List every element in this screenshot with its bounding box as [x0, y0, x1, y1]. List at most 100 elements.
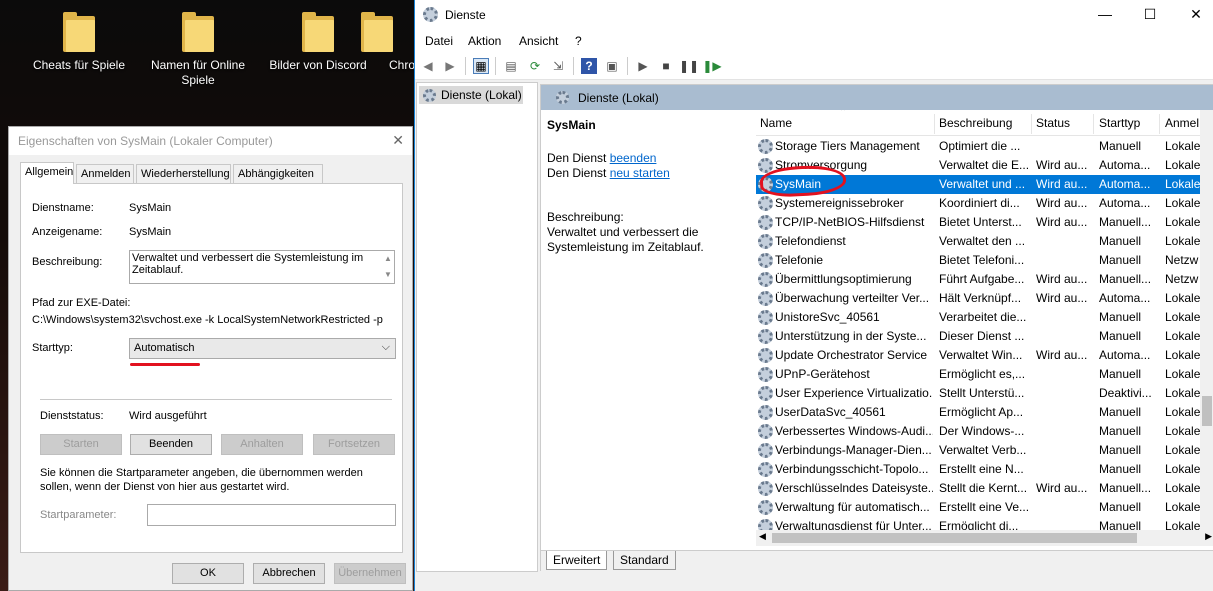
- help-icon[interactable]: ?: [581, 58, 597, 74]
- service-status-label: Dienststatus:: [40, 410, 104, 422]
- scroll-right-icon[interactable]: ▶: [1205, 531, 1212, 542]
- start-params-input[interactable]: [147, 504, 396, 526]
- description-scrollbar[interactable]: ▲ ▼: [382, 251, 394, 283]
- gear-icon: [758, 367, 773, 382]
- pause-button[interactable]: Anhalten: [221, 434, 303, 455]
- view-icon[interactable]: ▣: [604, 58, 620, 74]
- gear-icon: [758, 462, 773, 477]
- table-row[interactable]: Überwachung verteilter Ver... Hält Verknü…: [756, 289, 1213, 308]
- start-params-hint: Sie können die Startparameter angeben, d…: [40, 467, 363, 493]
- service-name-cell: Verschlüsselndes Dateisyste...: [775, 481, 933, 495]
- forward-arrow-icon[interactable]: ▶: [442, 58, 458, 74]
- startup-type-select[interactable]: Automatisch ⌵: [129, 338, 396, 359]
- back-arrow-icon[interactable]: ◀: [420, 58, 436, 74]
- col-separator[interactable]: [1093, 114, 1094, 134]
- table-row[interactable]: Übermittlungsoptimierung Führt Aufgabe...…: [756, 270, 1213, 289]
- play-icon[interactable]: ▶: [635, 58, 651, 74]
- export-list-icon[interactable]: ⇲: [550, 58, 566, 74]
- refresh-icon[interactable]: ⟳: [527, 58, 543, 74]
- col-startup-type[interactable]: Starttyp: [1099, 116, 1140, 130]
- tree-item-services-local[interactable]: Dienste (Lokal): [419, 86, 523, 104]
- table-row[interactable]: Verbessertes Windows-Audi... Der Windows-…: [756, 422, 1213, 441]
- desktop-folder-cheats[interactable]: Cheats für Spiele: [24, 8, 134, 73]
- table-row[interactable]: Update Orchestrator Service Verwaltet Win…: [756, 346, 1213, 365]
- menu-action[interactable]: Aktion: [468, 34, 501, 48]
- vertical-scroll-thumb[interactable]: [1202, 396, 1212, 426]
- gear-icon: [758, 291, 773, 306]
- ok-button[interactable]: OK: [172, 563, 244, 584]
- stop-service-line: Den Dienst beenden: [547, 151, 656, 165]
- service-name-label: Dienstname:: [32, 202, 94, 214]
- table-row[interactable]: Unterstützung in der Syste... Dieser Dien…: [756, 327, 1213, 346]
- folder-icon: [361, 12, 393, 52]
- tab-recovery[interactable]: Wiederherstellung: [136, 164, 231, 183]
- stop-icon[interactable]: ■: [658, 58, 674, 74]
- menu-help[interactable]: ?: [575, 34, 582, 48]
- col-separator[interactable]: [934, 114, 935, 134]
- restart-icon[interactable]: ❚▶: [702, 58, 721, 74]
- folder-icon: [182, 12, 214, 52]
- folder-icon: [302, 12, 334, 52]
- apply-button[interactable]: Übernehmen: [334, 563, 406, 584]
- service-startup-cell: Manuell: [1099, 234, 1142, 248]
- close-icon[interactable]: ✕: [1186, 6, 1206, 23]
- start-button[interactable]: Starten: [40, 434, 122, 455]
- horizontal-scrollbar[interactable]: ◀ ▶: [756, 530, 1213, 546]
- maximize-icon[interactable]: ☐: [1140, 6, 1160, 23]
- table-row[interactable]: TCP/IP-NetBIOS-Hilfsdienst Bietet Unterst…: [756, 213, 1213, 232]
- close-icon[interactable]: ✕: [392, 132, 404, 149]
- col-name[interactable]: Name: [760, 116, 792, 130]
- table-row[interactable]: UnistoreSvc_40561 Verarbeitet die... Manue…: [756, 308, 1213, 327]
- tab-logon[interactable]: Anmelden: [76, 164, 134, 183]
- scroll-left-icon[interactable]: ◀: [759, 531, 766, 542]
- col-logon[interactable]: Anmel: [1165, 116, 1199, 130]
- minimize-icon[interactable]: —: [1095, 6, 1115, 22]
- restart-service-link[interactable]: neu starten: [610, 166, 670, 180]
- table-row[interactable]: Verwaltung für automatisch... Erstellt ei…: [756, 498, 1213, 517]
- service-startup-cell: Manuell...: [1099, 272, 1152, 286]
- service-status-value: Wird ausgeführt: [129, 410, 207, 422]
- col-separator[interactable]: [1031, 114, 1032, 134]
- tree-item-label: Dienste (Lokal): [441, 88, 522, 102]
- description-box[interactable]: Verwaltet und verbessert die Systemleist…: [129, 250, 395, 284]
- service-startup-cell: Manuell: [1099, 310, 1142, 324]
- menu-file[interactable]: Datei: [425, 34, 453, 48]
- cancel-button[interactable]: Abbrechen: [253, 563, 325, 584]
- table-row[interactable]: Verschlüsselndes Dateisyste... Stellt die…: [756, 479, 1213, 498]
- startup-type-value: Automatisch: [134, 342, 195, 354]
- tab-standard[interactable]: Standard: [613, 551, 676, 570]
- table-row[interactable]: Systemereignissebroker Koordiniert di... W…: [756, 194, 1213, 213]
- table-row[interactable]: User Experience Virtualizatio... Stellt U…: [756, 384, 1213, 403]
- table-row[interactable]: Verbindungsschicht-Topolo... Erstellt ein…: [756, 460, 1213, 479]
- red-underline-annotation: [130, 363, 200, 366]
- table-row[interactable]: Telefondienst Verwaltet den ... Manuell Lok…: [756, 232, 1213, 251]
- tab-general[interactable]: Allgemein: [20, 162, 74, 184]
- stop-service-link[interactable]: beenden: [610, 151, 657, 165]
- menu-view[interactable]: Ansicht: [519, 34, 558, 48]
- table-row[interactable]: Verbindungs-Manager-Dien... Verwaltet Ver…: [756, 441, 1213, 460]
- tab-extended[interactable]: Erweitert: [546, 551, 608, 570]
- restart-service-line: Den Dienst neu starten: [547, 166, 670, 180]
- col-description[interactable]: Beschreibung: [939, 116, 1012, 130]
- pause-icon[interactable]: ❚❚: [679, 58, 699, 74]
- service-description-cell: Verwaltet Win...: [939, 348, 1023, 362]
- service-description-cell: Stellt die Kernt...: [939, 481, 1028, 495]
- col-status[interactable]: Status: [1036, 116, 1070, 130]
- properties-icon[interactable]: ▤: [503, 58, 519, 74]
- table-row[interactable]: UserDataSvc_40561 Ermöglicht Ap... Manuell…: [756, 403, 1213, 422]
- table-row[interactable]: Telefonie Bietet Telefoni... Manuell Netzw: [756, 251, 1213, 270]
- vertical-scrollbar[interactable]: [1200, 110, 1213, 530]
- col-separator[interactable]: [1159, 114, 1160, 134]
- table-row[interactable]: Storage Tiers Management Optimiert die ..…: [756, 137, 1213, 156]
- stop-button[interactable]: Beenden: [130, 434, 212, 455]
- service-startup-cell: Automa...: [1099, 348, 1151, 362]
- console-tree-icon[interactable]: ▦: [473, 58, 489, 74]
- resume-button[interactable]: Fortsetzen: [313, 434, 395, 455]
- horizontal-scroll-thumb[interactable]: [772, 533, 1137, 543]
- tab-dependencies[interactable]: Abhängigkeiten: [233, 164, 323, 183]
- desktop-folder-names[interactable]: Namen für Online Spiele: [143, 8, 253, 88]
- service-description-cell: Erstellt eine N...: [939, 462, 1024, 476]
- service-description-cell: Verarbeitet die...: [939, 310, 1027, 324]
- table-row[interactable]: UPnP-Gerätehost Ermöglicht es,... Manuell L…: [756, 365, 1213, 384]
- desktop-folder-chrome[interactable]: Chro: [345, 8, 415, 73]
